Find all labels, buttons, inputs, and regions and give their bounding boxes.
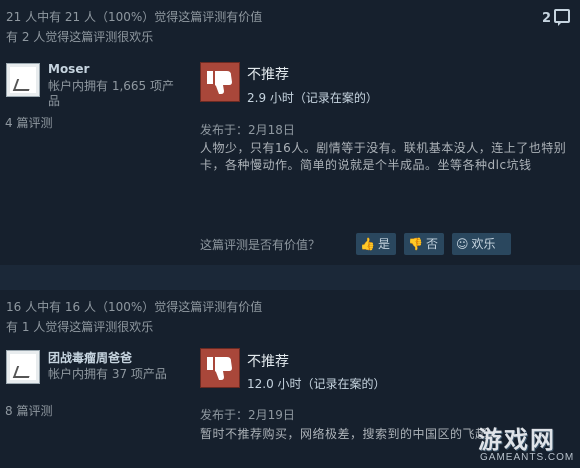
funny-count: 有 1 人觉得这篇评测很欢乐: [6, 320, 154, 334]
helpful-count: 16 人中有 16 人（100%）觉得这篇评测有价值: [6, 300, 263, 314]
avatar[interactable]: [6, 350, 40, 384]
watermark-url: GAMEANTS.COM: [480, 452, 575, 463]
thumbs-down-icon: [200, 62, 240, 102]
watermark-logo: 游戏网 GAMEANTS.COM: [470, 420, 580, 468]
hours-played: 12.0 小时（记录在案的）: [247, 377, 386, 391]
review-content: 人物少，只有16人。剧情等于没有。联机基本没人，连上了也特别卡，各种慢动作。简单…: [200, 141, 567, 172]
vote-yes-button[interactable]: 👍 是: [356, 233, 396, 255]
helpful-question: 这篇评测是否有价值？: [200, 238, 321, 252]
user-review-count[interactable]: 8 篇评测: [5, 402, 52, 419]
vote-no-label: 否: [425, 237, 438, 251]
review-card: 21 人中有 21 人（100%）觉得这篇评测有价值 有 2 人觉得这篇评测很欢…: [0, 0, 580, 265]
comment-count-value: 2: [541, 11, 551, 26]
username[interactable]: Moser: [48, 62, 89, 76]
hours-played: 2.9 小时（记录在案的）: [247, 91, 378, 105]
user-products[interactable]: 帐户内拥有 1,665 项产品: [48, 79, 180, 109]
vote-yes-label: 是: [377, 237, 390, 251]
posted-date: 发布于：2月18日: [200, 123, 295, 137]
watermark-text: 游戏网: [478, 426, 556, 454]
recommendation-title[interactable]: 不推荐: [247, 351, 289, 371]
user-review-count[interactable]: 4 篇评测: [5, 114, 52, 131]
recommendation-title[interactable]: 不推荐: [247, 64, 289, 84]
smiley-icon: ☺: [456, 237, 469, 251]
thumbs-down-small-icon: 👎: [408, 237, 423, 251]
comment-bubble-icon: [554, 9, 570, 26]
vote-no-button[interactable]: 👎 否: [404, 233, 444, 255]
vote-funny-label: 欢乐: [471, 237, 496, 251]
review-separator: [0, 265, 580, 290]
username[interactable]: 团战毒瘤周爸爸: [48, 349, 132, 366]
avatar[interactable]: [6, 63, 40, 97]
comment-count[interactable]: 2: [542, 8, 570, 26]
funny-count: 有 2 人觉得这篇评测很欢乐: [6, 30, 154, 44]
posted-date: 发布于：2月19日: [200, 408, 295, 422]
vote-funny-button[interactable]: ☺ 欢乐: [452, 233, 511, 255]
thumbs-up-icon: 👍: [360, 237, 375, 251]
user-products[interactable]: 帐户内拥有 37 项产品: [48, 367, 176, 382]
thumbs-down-icon: [200, 348, 240, 388]
helpful-count: 21 人中有 21 人（100%）觉得这篇评测有价值: [6, 10, 263, 24]
